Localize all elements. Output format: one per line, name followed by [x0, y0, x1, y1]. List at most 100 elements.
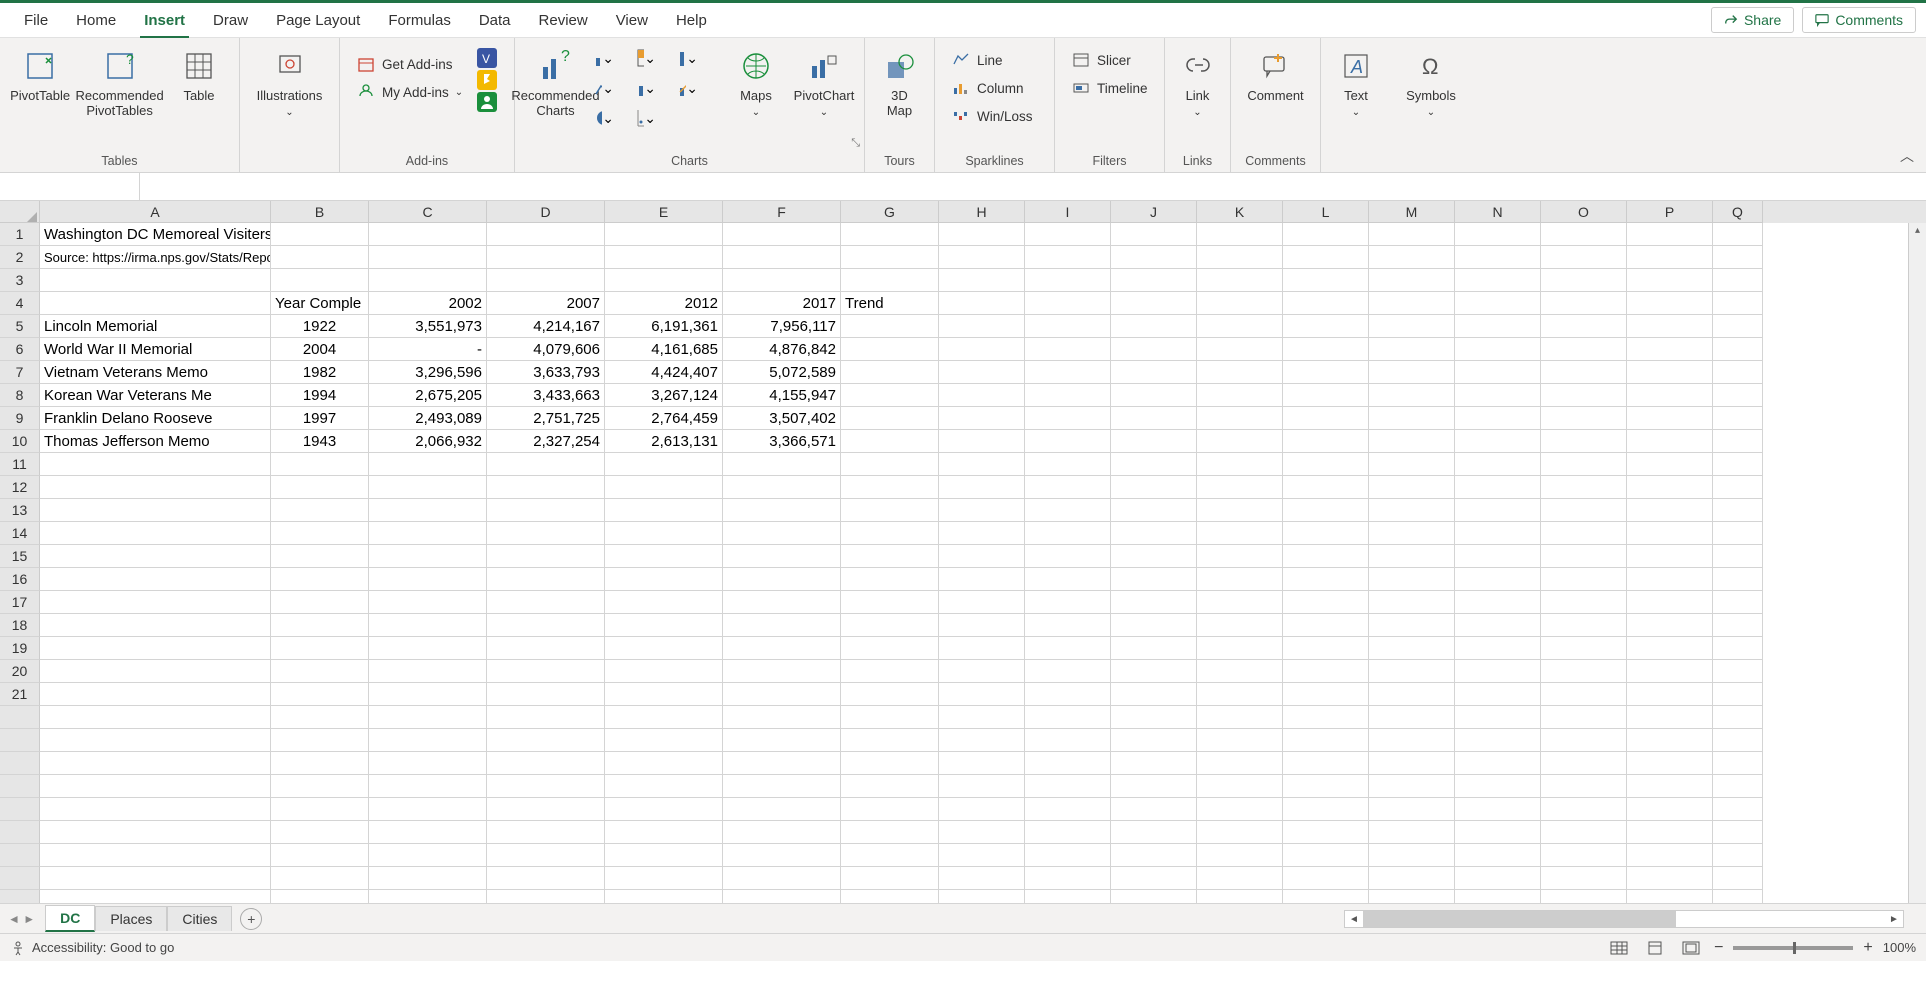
- cell-D5[interactable]: 4,214,167: [487, 315, 605, 338]
- cell-O20[interactable]: [1541, 660, 1627, 683]
- cell-O3[interactable]: [1541, 269, 1627, 292]
- cell-B13[interactable]: [271, 499, 369, 522]
- view-normal-button[interactable]: [1606, 938, 1632, 958]
- cell-G9[interactable]: [841, 407, 939, 430]
- cell-P20[interactable]: [1627, 660, 1713, 683]
- column-header-M[interactable]: M: [1369, 201, 1455, 223]
- horizontal-scrollbar[interactable]: ◄ ►: [1344, 910, 1904, 928]
- cell-I14[interactable]: [1025, 522, 1111, 545]
- cell-D1[interactable]: [487, 223, 605, 246]
- column-header-A[interactable]: A: [40, 201, 271, 223]
- sheet-tab-places[interactable]: Places: [95, 906, 167, 931]
- cell-M4[interactable]: [1369, 292, 1455, 315]
- cell-N2[interactable]: [1455, 246, 1541, 269]
- cell-J3[interactable]: [1111, 269, 1197, 292]
- cell-M11[interactable]: [1369, 453, 1455, 476]
- waterfall-chart-icon[interactable]: ⌄: [678, 48, 698, 68]
- row-header-3[interactable]: 3: [0, 269, 40, 292]
- cell-Q3[interactable]: [1713, 269, 1763, 292]
- cell-A8[interactable]: Korean War Veterans Me: [40, 384, 271, 407]
- cell-N10[interactable]: [1455, 430, 1541, 453]
- row-header-12[interactable]: 12: [0, 476, 40, 499]
- cell-I8[interactable]: [1025, 384, 1111, 407]
- cell-K10[interactable]: [1197, 430, 1283, 453]
- row-header-17[interactable]: 17: [0, 591, 40, 614]
- cell-K2[interactable]: [1197, 246, 1283, 269]
- ribbon-collapse-button[interactable]: ︿: [1900, 146, 1914, 166]
- cell-C21[interactable]: [369, 683, 487, 706]
- row-header-18[interactable]: 18: [0, 614, 40, 637]
- cell-Q7[interactable]: [1713, 361, 1763, 384]
- cell-N13[interactable]: [1455, 499, 1541, 522]
- cell-G7[interactable]: [841, 361, 939, 384]
- cell-Q1[interactable]: [1713, 223, 1763, 246]
- cell-L9[interactable]: [1283, 407, 1369, 430]
- cell-J10[interactable]: [1111, 430, 1197, 453]
- cell-J7[interactable]: [1111, 361, 1197, 384]
- cell-G21[interactable]: [841, 683, 939, 706]
- cell-I12[interactable]: [1025, 476, 1111, 499]
- cell-C13[interactable]: [369, 499, 487, 522]
- cell-I16[interactable]: [1025, 568, 1111, 591]
- cell-B14[interactable]: [271, 522, 369, 545]
- cell-M9[interactable]: [1369, 407, 1455, 430]
- cell-D2[interactable]: [487, 246, 605, 269]
- cell-N11[interactable]: [1455, 453, 1541, 476]
- cell-E8[interactable]: 3,267,124: [605, 384, 723, 407]
- menu-help[interactable]: Help: [662, 6, 721, 35]
- cell-M12[interactable]: [1369, 476, 1455, 499]
- cell-P14[interactable]: [1627, 522, 1713, 545]
- hscroll-left[interactable]: ◄: [1345, 911, 1363, 927]
- cell-L5[interactable]: [1283, 315, 1369, 338]
- cell-C5[interactable]: 3,551,973: [369, 315, 487, 338]
- cell-G15[interactable]: [841, 545, 939, 568]
- cell-J19[interactable]: [1111, 637, 1197, 660]
- sparkline-winloss-button[interactable]: Win/Loss: [945, 104, 1039, 128]
- hscroll-right[interactable]: ►: [1885, 911, 1903, 927]
- charts-dialog-launcher[interactable]: ⤡: [851, 137, 860, 150]
- cell-Q10[interactable]: [1713, 430, 1763, 453]
- cell-P5[interactable]: [1627, 315, 1713, 338]
- cell-G1[interactable]: [841, 223, 939, 246]
- recommended-charts-button[interactable]: ? Recommended Charts: [525, 44, 586, 122]
- column-header-G[interactable]: G: [841, 201, 939, 223]
- cell-K19[interactable]: [1197, 637, 1283, 660]
- cell-E21[interactable]: [605, 683, 723, 706]
- row-header-10[interactable]: 10: [0, 430, 40, 453]
- cell-F16[interactable]: [723, 568, 841, 591]
- cell-C1[interactable]: [369, 223, 487, 246]
- cell-J9[interactable]: [1111, 407, 1197, 430]
- cell-B9[interactable]: 1997: [271, 407, 369, 430]
- cell-Q11[interactable]: [1713, 453, 1763, 476]
- cell-C15[interactable]: [369, 545, 487, 568]
- cell-M6[interactable]: [1369, 338, 1455, 361]
- comments-button[interactable]: Comments: [1802, 7, 1916, 33]
- cell-N1[interactable]: [1455, 223, 1541, 246]
- cell-P10[interactable]: [1627, 430, 1713, 453]
- column-header-Q[interactable]: Q: [1713, 201, 1763, 223]
- cell-I9[interactable]: [1025, 407, 1111, 430]
- cell-G17[interactable]: [841, 591, 939, 614]
- cell-G12[interactable]: [841, 476, 939, 499]
- cell-C6[interactable]: -: [369, 338, 487, 361]
- cell-C20[interactable]: [369, 660, 487, 683]
- cell-J15[interactable]: [1111, 545, 1197, 568]
- pivottable-button[interactable]: PivotTable: [10, 44, 70, 107]
- menu-home[interactable]: Home: [62, 6, 130, 35]
- cell-D6[interactable]: 4,079,606: [487, 338, 605, 361]
- cell-G13[interactable]: [841, 499, 939, 522]
- cell-K13[interactable]: [1197, 499, 1283, 522]
- cell-I2[interactable]: [1025, 246, 1111, 269]
- timeline-button[interactable]: Timeline: [1065, 76, 1154, 100]
- cell-J14[interactable]: [1111, 522, 1197, 545]
- cell-N14[interactable]: [1455, 522, 1541, 545]
- column-header-O[interactable]: O: [1541, 201, 1627, 223]
- cell-D15[interactable]: [487, 545, 605, 568]
- menu-page-layout[interactable]: Page Layout: [262, 6, 374, 35]
- cell-B16[interactable]: [271, 568, 369, 591]
- cell-P1[interactable]: [1627, 223, 1713, 246]
- cell-D16[interactable]: [487, 568, 605, 591]
- cell-J17[interactable]: [1111, 591, 1197, 614]
- cell-E10[interactable]: 2,613,131: [605, 430, 723, 453]
- cell-F17[interactable]: [723, 591, 841, 614]
